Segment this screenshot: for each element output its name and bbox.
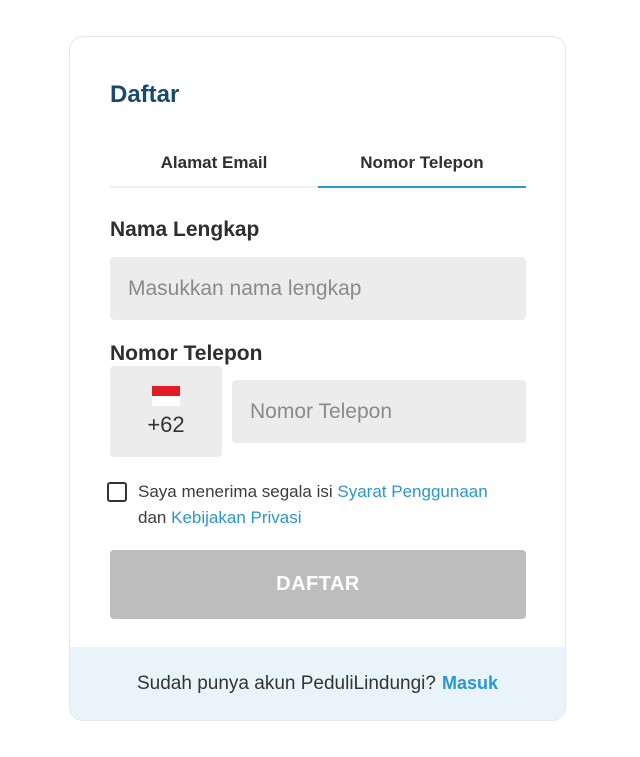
register-button[interactable]: DAFTAR (110, 550, 526, 619)
register-card: Daftar Alamat Email Nomor Telepon Nama L… (69, 36, 566, 721)
tab-phone[interactable]: Nomor Telepon (318, 145, 526, 188)
terms-link[interactable]: Syarat Penggunaan (337, 482, 487, 501)
agreement-conjunction: dan (138, 508, 167, 527)
agreement-checkbox[interactable] (107, 482, 127, 502)
country-code: +62 (147, 411, 185, 437)
tab-email[interactable]: Alamat Email (110, 145, 318, 186)
page-title: Daftar (110, 81, 180, 108)
agreement-text: Saya menerima segala isi Syarat Pengguna… (138, 479, 488, 531)
phone-input[interactable] (232, 380, 526, 443)
login-prompt: Sudah punya akun PeduliLindungi? (136, 672, 436, 694)
full-name-input[interactable] (110, 257, 526, 320)
agreement-row: Saya menerima segala isi Syarat Pengguna… (107, 479, 527, 531)
login-footer: Sudah punya akun PeduliLindungi? Masuk (70, 647, 565, 720)
privacy-link[interactable]: Kebijakan Privasi (171, 508, 301, 527)
tab-bar: Alamat Email Nomor Telepon (110, 145, 526, 188)
indonesia-flag-icon (152, 385, 180, 406)
full-name-label: Nama Lengkap (110, 218, 260, 241)
phone-label: Nomor Telepon (110, 342, 263, 365)
country-code-selector[interactable]: +62 (110, 366, 222, 457)
agreement-prefix: Saya menerima segala isi (138, 482, 333, 501)
login-link[interactable]: Masuk (442, 673, 498, 694)
